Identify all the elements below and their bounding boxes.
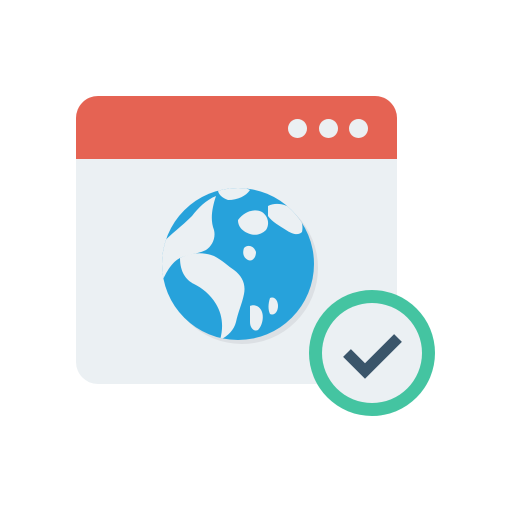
window-dot-icon <box>319 119 338 138</box>
checkmark-badge <box>309 290 435 416</box>
window-dot-icon <box>288 119 307 138</box>
window-dot-icon <box>349 119 368 138</box>
window-title-bar <box>76 96 397 159</box>
web-approved-illustration <box>0 0 512 512</box>
badge-fill <box>322 303 422 403</box>
globe-icon <box>162 188 318 344</box>
